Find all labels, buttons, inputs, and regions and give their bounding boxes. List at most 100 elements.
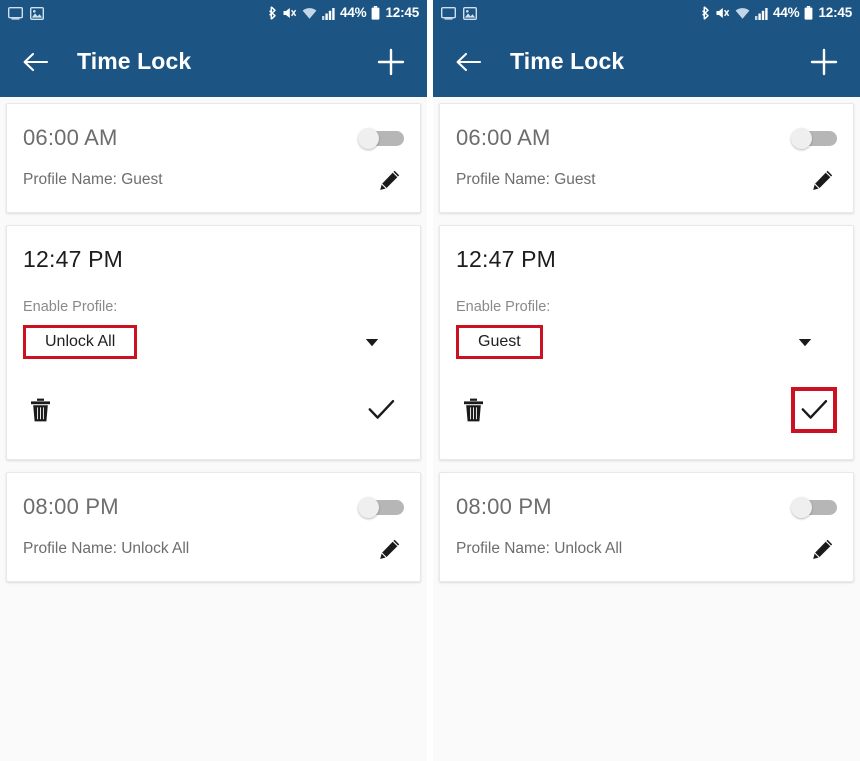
vibrate-mute-icon [715, 6, 730, 20]
cellular-signal-icon [322, 7, 335, 20]
alarm-enable-toggle[interactable] [358, 497, 404, 518]
enable-profile-label: Enable Profile: [456, 299, 551, 315]
edit-alarm-button[interactable] [807, 534, 837, 564]
toggle-knob [358, 497, 379, 518]
profile-select-value[interactable]: Unlock All [23, 325, 138, 359]
alarm-profile-label: Profile Name: Unlock All [23, 540, 190, 557]
status-bar: 44% 12:45 [0, 0, 427, 26]
status-bar-right-cluster: 44% 12:45 [268, 6, 419, 20]
battery-percent-label: 44% [340, 5, 367, 21]
battery-icon [371, 6, 380, 20]
profile-select-dropdown-button[interactable] [795, 332, 815, 352]
alarm-profile-label: Profile Name: Guest [23, 171, 163, 188]
panel-right: 44% 12:45 Time Lock 06:00 AM Profile Nam… [433, 0, 860, 761]
expanded-alarm-time-label: 12:47 PM [23, 246, 124, 272]
wifi-icon [302, 7, 317, 20]
profile-select-row: Unlock All [23, 323, 404, 361]
app-bar: Time Lock [433, 26, 860, 97]
confirm-alarm-button[interactable] [791, 387, 837, 433]
delete-alarm-button[interactable] [456, 393, 490, 427]
alarm-list: 06:00 AM Profile Name: Guest 12:47 PM En… [433, 97, 860, 761]
alarm-enable-toggle[interactable] [791, 128, 837, 149]
expanded-card-actions [23, 389, 404, 431]
alarm-card-footer: Profile Name: Guest [23, 161, 404, 199]
alarm-time-label: 06:00 AM [456, 125, 551, 150]
alarm-card-header: 06:00 AM [456, 118, 837, 158]
chevron-down-icon [798, 338, 812, 347]
back-button[interactable] [18, 45, 52, 79]
status-bar-left-icons [8, 6, 44, 20]
alarm-card-collapsed[interactable]: 08:00 PM Profile Name: Unlock All [6, 472, 421, 582]
alarm-time-label: 08:00 PM [456, 494, 552, 519]
edit-alarm-button[interactable] [374, 165, 404, 195]
alarm-card-footer: Profile Name: Unlock All [456, 530, 837, 568]
plus-icon [809, 47, 839, 77]
status-bar-clock: 12:45 [818, 5, 852, 21]
cellular-signal-icon [755, 7, 768, 20]
toggle-knob [791, 128, 812, 149]
profile-select-dropdown-button[interactable] [362, 332, 382, 352]
back-button[interactable] [451, 45, 485, 79]
alarm-card-collapsed[interactable]: 06:00 AM Profile Name: Guest [439, 103, 854, 213]
alarm-card-footer: Profile Name: Guest [456, 161, 837, 199]
toggle-knob [791, 497, 812, 518]
page-title: Time Lock [510, 48, 625, 74]
expanded-card-actions [456, 387, 837, 433]
pencil-icon [811, 538, 834, 561]
pencil-icon [811, 169, 834, 192]
add-alarm-button[interactable] [373, 44, 409, 80]
plus-icon [376, 47, 406, 77]
checkmark-icon [368, 399, 395, 421]
pencil-icon [378, 538, 401, 561]
toggle-knob [358, 128, 379, 149]
page-title: Time Lock [77, 48, 192, 74]
alarm-card-header: 08:00 PM [23, 487, 404, 527]
alarm-time-label: 06:00 AM [23, 125, 118, 150]
expanded-alarm-time-label: 12:47 PM [456, 246, 557, 272]
battery-icon [804, 6, 813, 20]
delete-alarm-button[interactable] [23, 393, 57, 427]
alarm-enable-toggle[interactable] [791, 497, 837, 518]
edit-alarm-button[interactable] [374, 534, 404, 564]
dual-screenshot-container: 44% 12:45 Time Lock 06:00 AM Profile Nam… [0, 0, 860, 761]
battery-percent-label: 44% [773, 5, 800, 21]
status-bar-right-cluster: 44% 12:45 [701, 6, 852, 20]
status-bar-left-icons [441, 6, 477, 20]
enable-profile-label: Enable Profile: [23, 299, 118, 315]
edit-alarm-button[interactable] [807, 165, 837, 195]
confirm-alarm-button[interactable] [358, 387, 404, 433]
alarm-card-expanded[interactable]: 12:47 PM Enable Profile: Unlock All [6, 225, 421, 460]
bluetooth-icon [701, 6, 710, 20]
status-bar: 44% 12:45 [433, 0, 860, 26]
trash-icon [30, 398, 51, 422]
vibrate-mute-icon [282, 6, 297, 20]
screen-cast-icon [8, 6, 23, 20]
app-bar: Time Lock [0, 26, 427, 97]
panel-left: 44% 12:45 Time Lock 06:00 AM Profile Nam… [0, 0, 427, 761]
alarm-enable-toggle[interactable] [358, 128, 404, 149]
alarm-card-header: 06:00 AM [23, 118, 404, 158]
status-bar-clock: 12:45 [385, 5, 419, 21]
trash-icon [463, 398, 484, 422]
chevron-down-icon [365, 338, 379, 347]
back-arrow-icon [455, 51, 482, 73]
add-alarm-button[interactable] [806, 44, 842, 80]
alarm-card-footer: Profile Name: Unlock All [23, 530, 404, 568]
alarm-card-header: 08:00 PM [456, 487, 837, 527]
screen-cast-icon [441, 6, 456, 20]
alarm-time-label: 08:00 PM [23, 494, 119, 519]
profile-select-row: Guest [456, 323, 837, 361]
alarm-card-collapsed[interactable]: 06:00 AM Profile Name: Guest [6, 103, 421, 213]
alarm-card-collapsed[interactable]: 08:00 PM Profile Name: Unlock All [439, 472, 854, 582]
wifi-icon [735, 7, 750, 20]
bluetooth-icon [268, 6, 277, 20]
alarm-profile-label: Profile Name: Unlock All [456, 540, 623, 557]
back-arrow-icon [22, 51, 49, 73]
alarm-list: 06:00 AM Profile Name: Guest 12:47 PM En… [0, 97, 427, 761]
profile-select-value[interactable]: Guest [456, 325, 543, 359]
alarm-card-expanded[interactable]: 12:47 PM Enable Profile: Guest [439, 225, 854, 460]
checkmark-icon [801, 399, 828, 421]
alarm-profile-label: Profile Name: Guest [456, 171, 596, 188]
screenshot-image-icon [463, 6, 477, 20]
screenshot-image-icon [30, 6, 44, 20]
